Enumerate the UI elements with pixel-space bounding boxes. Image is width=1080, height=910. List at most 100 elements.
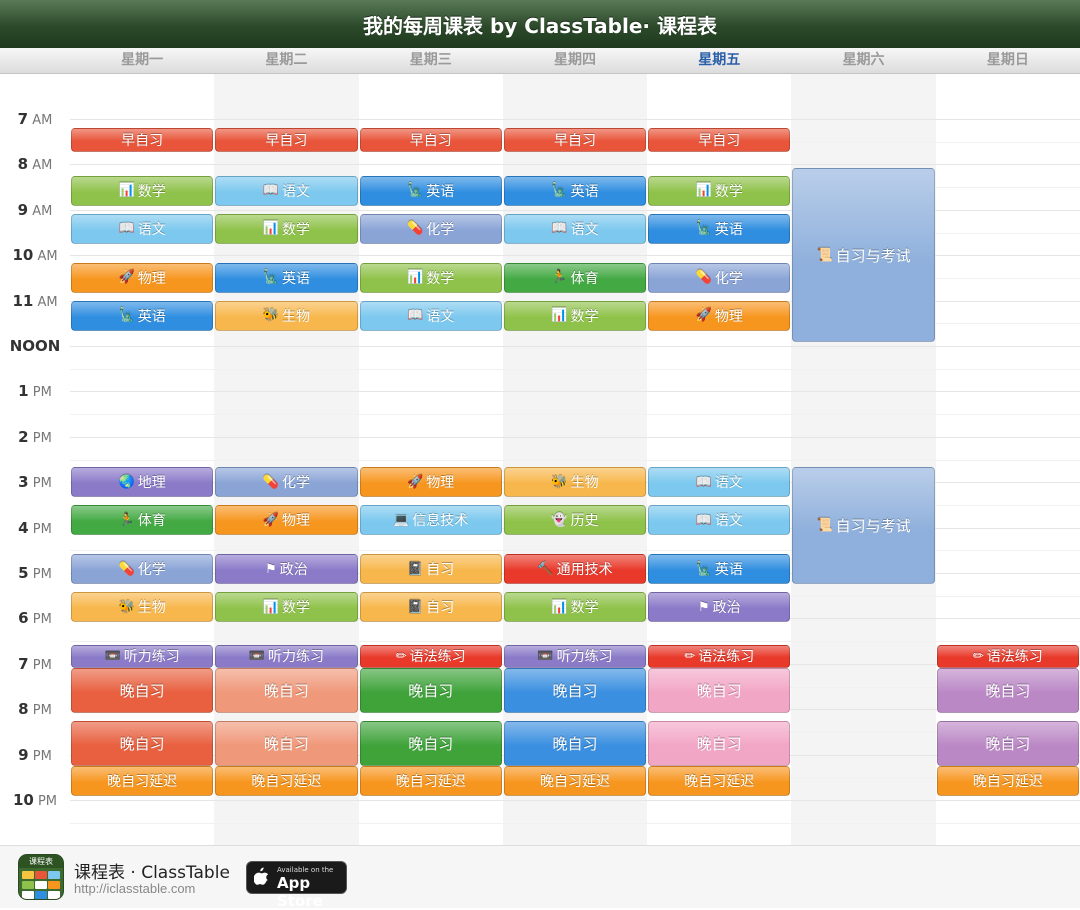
pill-icon: 💊 <box>695 270 712 286</box>
class-name: 政治 <box>712 600 741 617</box>
class-block[interactable]: 晚自习 <box>71 720 214 766</box>
hour-ampm: PM <box>28 567 52 582</box>
class-block[interactable]: 🗽 英语 <box>503 175 647 207</box>
class-block[interactable]: 晚自习延迟 <box>648 765 791 797</box>
hour-number: 1 <box>18 382 29 400</box>
computer-icon: 💻 <box>393 512 410 528</box>
hour-number: 11 <box>12 292 34 310</box>
class-block[interactable]: 📊 数学 <box>648 175 791 207</box>
class-block[interactable]: 📖 语文 <box>71 213 214 244</box>
class-block[interactable]: 📓 自习 <box>359 591 502 623</box>
class-name: 语法练习 <box>986 649 1043 666</box>
class-name: 物理 <box>282 513 311 530</box>
class-block[interactable]: 🗽 英语 <box>215 262 358 294</box>
day-header-2[interactable]: 星期二 <box>214 48 358 73</box>
class-block[interactable]: 🗽 英语 <box>648 554 791 585</box>
class-block[interactable]: 📊 数学 <box>215 591 358 623</box>
bee-icon: 🐝 <box>262 308 280 324</box>
class-block[interactable]: 📼 听力练习 <box>71 644 214 668</box>
class-block[interactable]: 📼 听力练习 <box>503 644 647 668</box>
class-block[interactable]: 🔨 通用技术 <box>503 554 647 585</box>
class-block[interactable]: ✏ 语法练习 <box>648 644 791 668</box>
ghost-icon: 👻 <box>551 512 568 528</box>
class-block[interactable]: 📜 自习与考试 <box>792 467 935 585</box>
class-block[interactable]: 🏃 体育 <box>71 504 214 536</box>
class-name: 早自习 <box>553 132 596 149</box>
class-block[interactable]: 🗽 英语 <box>71 300 214 331</box>
class-block[interactable]: 晚自习 <box>359 667 502 713</box>
class-block[interactable]: 晚自习 <box>648 720 791 766</box>
class-block[interactable]: 晚自习延迟 <box>359 765 502 797</box>
class-block[interactable]: 晚自习 <box>936 720 1079 766</box>
class-block[interactable]: 📊 数学 <box>215 213 358 244</box>
class-block[interactable]: 晚自习 <box>503 667 647 713</box>
day-header-5[interactable]: 星期五 <box>647 48 791 73</box>
class-block[interactable]: ✏ 语法练习 <box>936 644 1079 668</box>
class-block[interactable]: 📼 听力练习 <box>215 644 358 668</box>
class-block[interactable]: 🚀 物理 <box>359 467 502 498</box>
class-block[interactable]: 晚自习 <box>215 667 358 713</box>
class-block[interactable]: 早自习 <box>359 128 502 152</box>
class-block[interactable]: 📊 数学 <box>71 175 214 207</box>
class-block[interactable]: 📊 数学 <box>503 591 647 623</box>
day-header-7[interactable]: 星期日 <box>936 48 1080 73</box>
class-block[interactable]: 🗽 英语 <box>359 175 502 207</box>
class-block[interactable]: 🌏 地理 <box>71 467 214 498</box>
app-url-link[interactable]: http://iclasstable.com <box>74 881 195 896</box>
class-block[interactable]: 早自习 <box>503 128 647 152</box>
class-name: 化学 <box>282 475 311 492</box>
class-block[interactable]: 📓 自习 <box>359 554 502 585</box>
class-block[interactable]: 晚自习 <box>503 720 647 766</box>
class-block[interactable]: 💊 化学 <box>71 554 214 585</box>
hour-ampm: PM <box>33 794 58 809</box>
class-block[interactable]: 💊 化学 <box>359 213 502 244</box>
timetable-grid: 7 AM 8 AM 9 AM 10 AM 11 AM NOON 1 PM 2 PM 3 PM 4 … <box>0 74 1080 845</box>
class-block[interactable]: 🗽 英语 <box>648 213 791 244</box>
class-block[interactable]: 📖 语文 <box>648 467 791 498</box>
class-block[interactable]: 早自习 <box>648 128 791 152</box>
class-block[interactable]: 📜 自习与考试 <box>792 168 935 343</box>
class-block[interactable]: 晚自习 <box>215 720 358 766</box>
class-block[interactable]: ✏ 语法练习 <box>359 644 502 668</box>
class-block[interactable]: 晚自习 <box>71 667 214 713</box>
hour-number: 9 <box>18 746 29 764</box>
class-block[interactable]: 晚自习 <box>359 720 502 766</box>
hour-ampm: PM <box>28 658 52 673</box>
class-block[interactable]: 早自习 <box>71 128 214 152</box>
class-block[interactable]: 🐝 生物 <box>215 300 358 331</box>
class-block[interactable]: 早自习 <box>215 128 358 152</box>
class-block[interactable]: 💊 化学 <box>648 262 791 294</box>
day-header-3[interactable]: 星期三 <box>359 48 503 73</box>
class-block[interactable]: 📖 语文 <box>215 175 358 207</box>
class-block[interactable]: 🐝 生物 <box>503 467 647 498</box>
class-block[interactable]: 📊 数学 <box>359 262 502 294</box>
day-header-4[interactable]: 星期四 <box>503 48 647 73</box>
class-block[interactable]: ⚑ 政治 <box>648 591 791 623</box>
class-block[interactable]: 📊 数学 <box>503 300 647 331</box>
app-icon[interactable]: 课程表 <box>18 854 64 900</box>
class-block[interactable]: 🚀 物理 <box>648 300 791 331</box>
class-block[interactable]: ⚑ 政治 <box>215 554 358 585</box>
class-block[interactable]: 📖 语文 <box>359 300 502 331</box>
class-block[interactable]: 🐝 生物 <box>71 591 214 623</box>
day-header-1[interactable]: 星期一 <box>70 48 214 73</box>
class-block[interactable]: 💊 化学 <box>215 467 358 498</box>
class-block[interactable]: 📖 语文 <box>503 213 647 244</box>
class-block[interactable]: 💻 信息技术 <box>359 504 502 536</box>
icon-cell <box>48 881 60 889</box>
class-block[interactable]: 🚀 物理 <box>215 504 358 536</box>
class-block[interactable]: 晚自习 <box>936 667 1079 713</box>
class-block[interactable]: 👻 历史 <box>503 504 647 536</box>
app-store-badge[interactable]: Available on the App Store <box>246 861 347 910</box>
class-block[interactable]: 🚀 物理 <box>71 262 214 294</box>
class-block[interactable]: 🏃 体育 <box>503 262 647 294</box>
class-block[interactable]: 晚自习延迟 <box>936 765 1079 797</box>
class-block[interactable]: 晚自习延迟 <box>503 765 647 797</box>
hour-gridline <box>70 800 1080 801</box>
class-block[interactable]: 📖 语文 <box>648 504 791 536</box>
hour-label: 10 PM <box>0 791 70 809</box>
class-block[interactable]: 晚自习延迟 <box>215 765 358 797</box>
day-header-6[interactable]: 星期六 <box>791 48 935 73</box>
class-block[interactable]: 晚自习 <box>648 667 791 713</box>
class-block[interactable]: 晚自习延迟 <box>71 765 214 797</box>
